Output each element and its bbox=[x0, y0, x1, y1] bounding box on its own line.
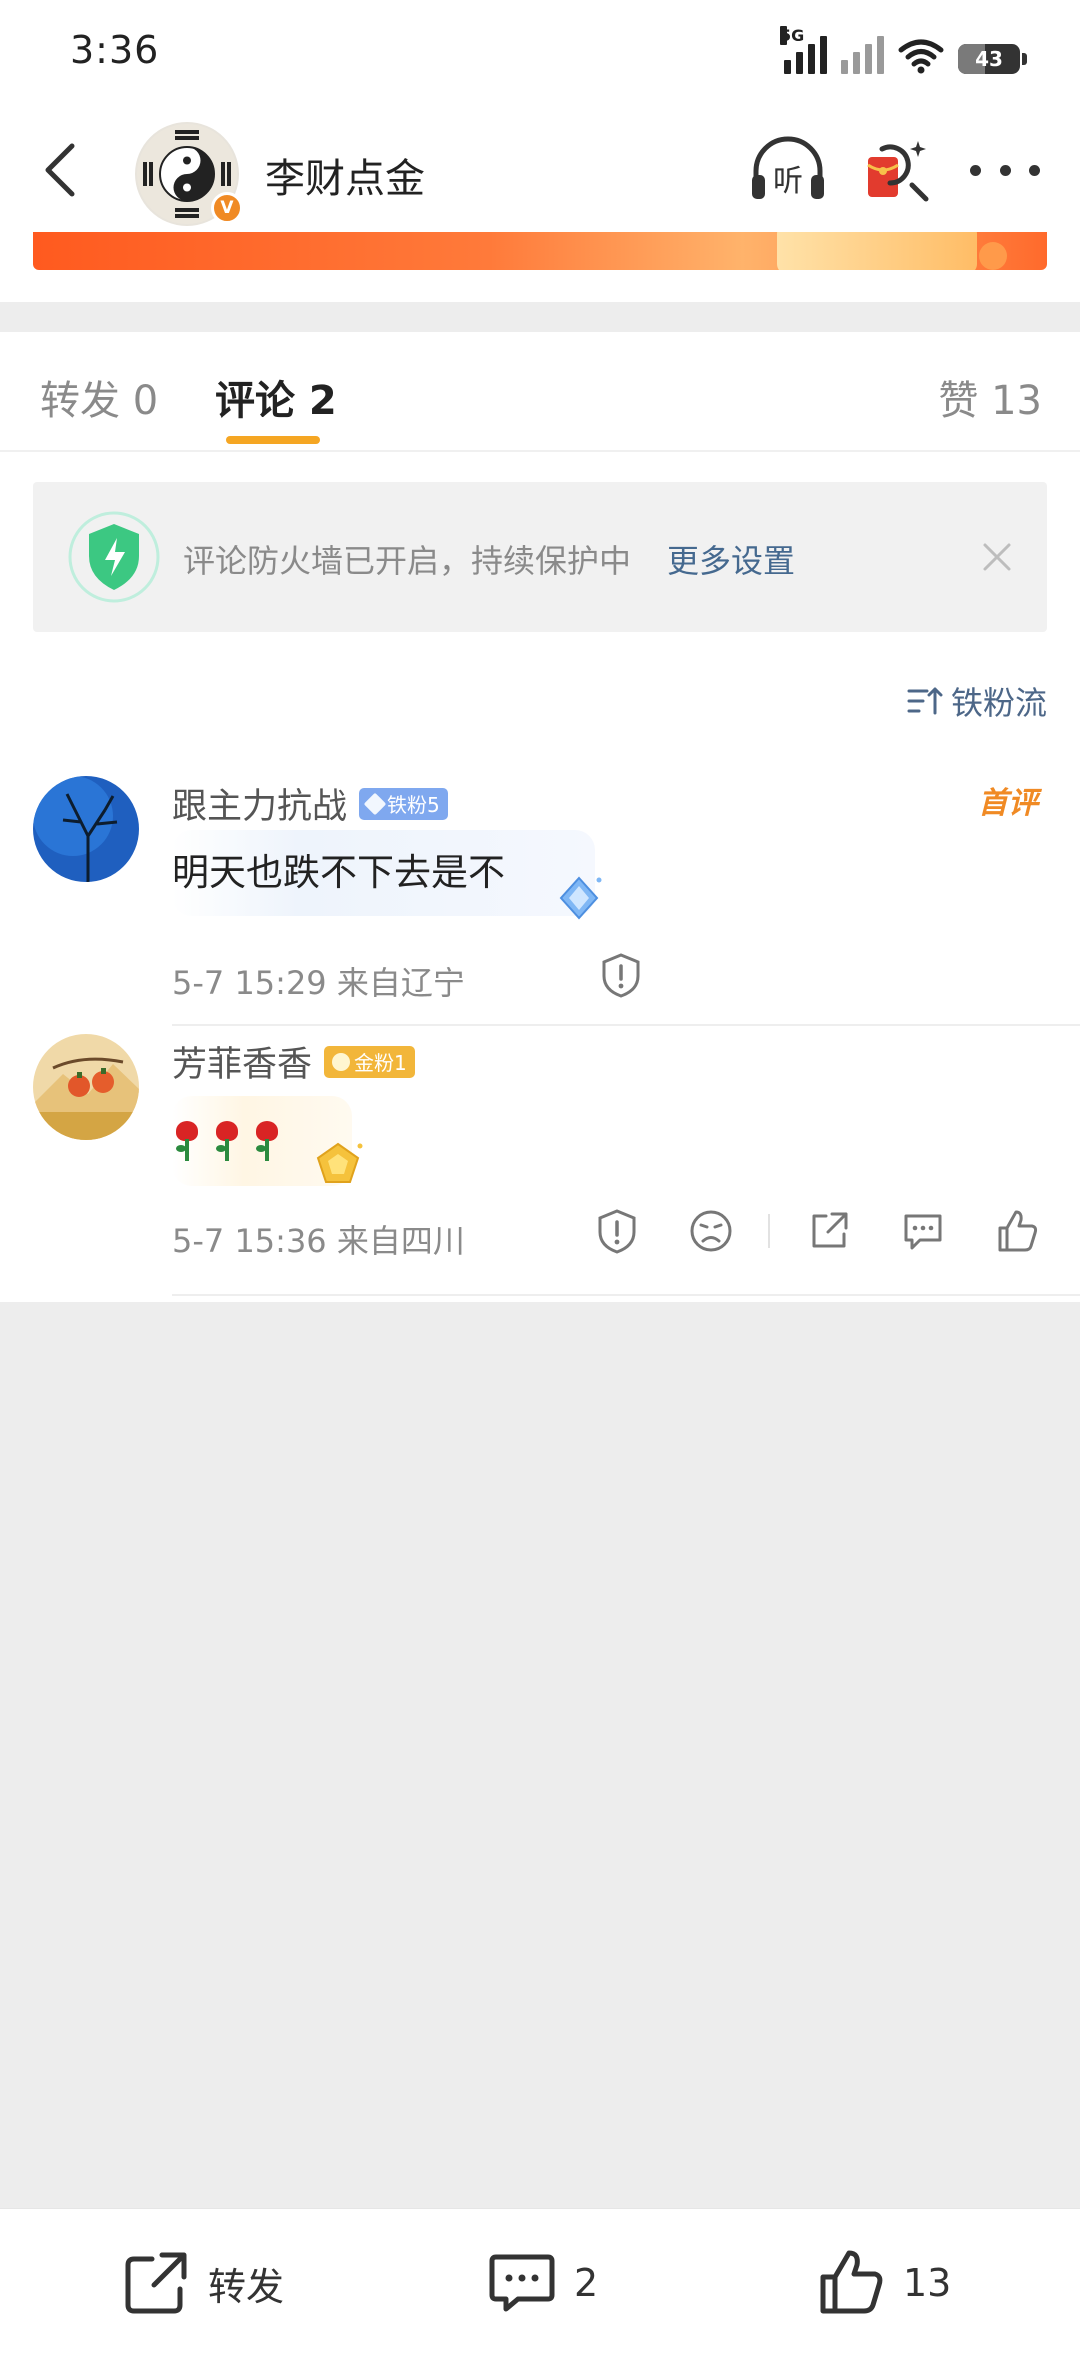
header: V 李财点金 听 bbox=[0, 110, 1080, 230]
fan-badge[interactable]: 铁粉5 bbox=[359, 787, 448, 820]
commenter-name-row: 跟主力抗战 铁粉5 bbox=[172, 778, 448, 829]
share-icon[interactable] bbox=[804, 1206, 854, 1256]
tab-comment[interactable]: 评论 2 bbox=[215, 368, 337, 426]
like-button[interactable]: 13 bbox=[815, 2247, 951, 2319]
comment-text[interactable]: 明天也跌不下去是不 bbox=[172, 830, 515, 916]
battery-level: 43 bbox=[975, 47, 1003, 71]
persimmon-avatar-icon bbox=[33, 1034, 139, 1140]
comment-meta: 5-7 15:29 来自辽宁 bbox=[172, 964, 465, 1002]
signal-no-service-icon bbox=[841, 34, 884, 74]
battery-icon: 43 bbox=[958, 44, 1027, 74]
comment-button[interactable]: 2 bbox=[486, 2247, 598, 2319]
active-tab-indicator bbox=[226, 436, 320, 444]
red-envelope-button[interactable] bbox=[862, 135, 932, 205]
firewall-notice: 评论防火墙已开启，持续保护中 更多设置 bbox=[33, 482, 1047, 632]
more-settings-link[interactable]: 更多设置 bbox=[667, 536, 795, 582]
sort-label: 铁粉流 bbox=[950, 684, 1047, 722]
diamond-decoration-icon bbox=[559, 876, 602, 920]
rose-emoji-icon bbox=[212, 1119, 242, 1163]
status-time: 3:36 bbox=[70, 28, 160, 72]
repost-label: 转发 bbox=[208, 2264, 285, 2309]
status-icons: 5G 43 bbox=[780, 26, 1027, 74]
reply-icon[interactable] bbox=[898, 1206, 948, 1256]
comment-count: 2 bbox=[574, 2261, 599, 2305]
commenter-avatar[interactable] bbox=[33, 776, 139, 882]
more-dot-icon bbox=[970, 164, 981, 176]
like-count: 13 bbox=[903, 2261, 952, 2305]
fan-badge-label: 铁粉5 bbox=[387, 793, 440, 817]
fan-badge-label: 金粉1 bbox=[354, 1051, 407, 1075]
shield-lightning-icon bbox=[68, 511, 160, 603]
comment-meta: 5-7 15:36 来自四川 bbox=[172, 1222, 465, 1260]
banner-area bbox=[0, 230, 1080, 302]
banner-decoration bbox=[777, 232, 977, 270]
account-avatar[interactable]: V bbox=[135, 122, 243, 226]
rose-emoji-icon bbox=[172, 1119, 202, 1163]
back-button[interactable] bbox=[30, 135, 90, 205]
sort-icon bbox=[907, 687, 943, 715]
repost-icon bbox=[125, 2252, 187, 2314]
listen-label: 听 bbox=[773, 164, 803, 199]
verified-badge: V bbox=[211, 192, 243, 224]
banner-decoration bbox=[979, 242, 1007, 270]
signal-5g-icon: 5G bbox=[780, 26, 827, 74]
report-icon[interactable] bbox=[592, 1206, 642, 1256]
network-label: 5G bbox=[780, 26, 805, 45]
diamond-icon bbox=[363, 792, 387, 815]
close-icon[interactable] bbox=[977, 537, 1017, 577]
rose-emoji-icon bbox=[252, 1119, 282, 1163]
wifi-icon bbox=[898, 39, 944, 74]
dislike-face-icon[interactable] bbox=[686, 1206, 736, 1256]
comment-section: 评论防火墙已开启，持续保护中 更多设置 铁粉流 跟主力抗战 铁粉5 首评 明天也… bbox=[0, 452, 1080, 1302]
thumbs-up-icon bbox=[820, 2250, 883, 2314]
more-button[interactable] bbox=[970, 155, 1040, 185]
firewall-message: 评论防火墙已开启，持续保护中 bbox=[183, 542, 632, 580]
interaction-tabs: 转发 0 评论 2 赞 13 bbox=[0, 332, 1080, 452]
comment-item: 跟主力抗战 铁粉5 首评 明天也跌不下去是不 5-7 15:29 来自辽宁 bbox=[0, 768, 1080, 1026]
more-dot-icon bbox=[1029, 164, 1040, 176]
sort-button[interactable]: 铁粉流 bbox=[907, 678, 1047, 724]
tab-repost[interactable]: 转发 0 bbox=[40, 368, 158, 426]
more-dot-icon bbox=[999, 164, 1011, 176]
repost-button[interactable]: 转发 bbox=[120, 2247, 284, 2319]
tab-like[interactable]: 赞 13 bbox=[938, 368, 1042, 426]
red-envelope-search-icon bbox=[867, 141, 929, 202]
divider bbox=[172, 1294, 1080, 1296]
comment-item: 芳菲香香 金粉1 5-7 15:36 来自四川 bbox=[0, 1026, 1080, 1296]
comment-icon bbox=[489, 2254, 555, 2312]
comment-bubble: 明天也跌不下去是不 bbox=[172, 830, 602, 920]
gold-gem-decoration-icon bbox=[316, 1142, 363, 1183]
gold-gem-icon bbox=[332, 1052, 351, 1071]
comment-emoji-bubble[interactable] bbox=[172, 1096, 363, 1186]
fan-badge[interactable]: 金粉1 bbox=[324, 1045, 415, 1078]
promo-banner[interactable] bbox=[33, 232, 1047, 270]
listen-button[interactable]: 听 bbox=[748, 135, 828, 205]
status-bar: 3:36 5G 43 bbox=[0, 0, 1080, 110]
bottom-action-bar: 转发 2 13 bbox=[0, 2208, 1080, 2360]
account-name[interactable]: 李财点金 bbox=[265, 146, 425, 204]
report-icon[interactable] bbox=[596, 950, 646, 1000]
commenter-name[interactable]: 芳菲香香 bbox=[172, 1036, 312, 1087]
first-comment-tag: 首评 bbox=[978, 786, 1038, 821]
like-icon[interactable] bbox=[992, 1206, 1042, 1256]
action-separator bbox=[768, 1214, 770, 1248]
headphones-listen-icon: 听 bbox=[752, 136, 824, 199]
commenter-name-row: 芳菲香香 金粉1 bbox=[172, 1036, 415, 1087]
back-icon bbox=[45, 143, 75, 197]
commenter-name[interactable]: 跟主力抗战 bbox=[172, 778, 347, 829]
tree-avatar-icon bbox=[33, 776, 139, 882]
commenter-avatar[interactable] bbox=[33, 1034, 139, 1140]
